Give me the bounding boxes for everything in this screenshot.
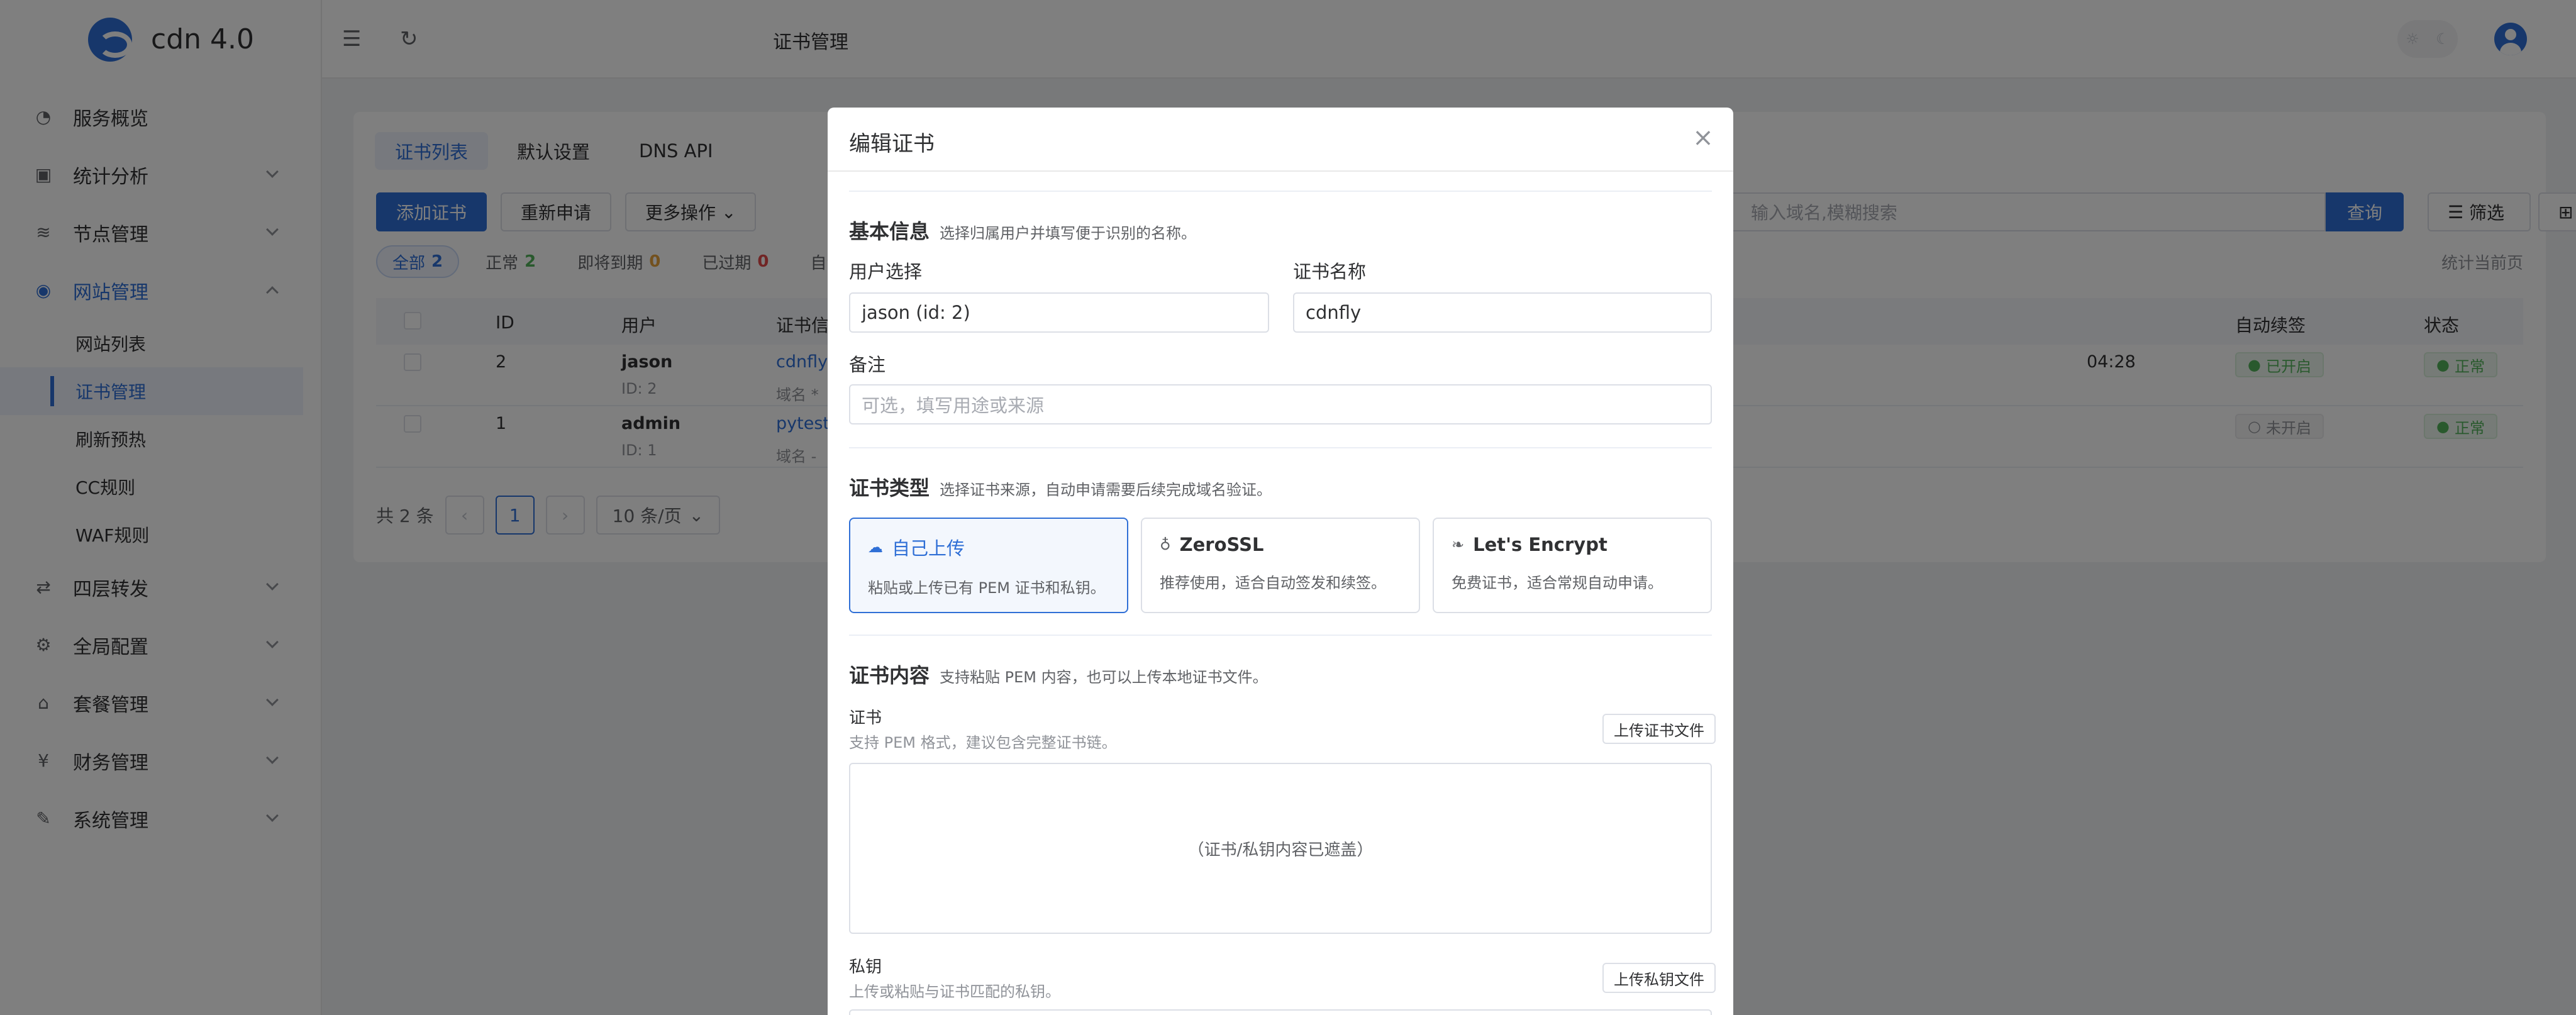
cert-name-label: 证书名称 [1293, 261, 1367, 282]
leaf-icon: ❧ [1452, 536, 1465, 553]
option-title: ZeroSSL [1179, 534, 1264, 555]
section-basic-header: 基本信息 选择归属用户并填写便于识别的名称。 [849, 216, 1196, 245]
edit-cert-dialog: 编辑证书 × 基本信息 选择归属用户并填写便于识别的名称。 用户选择 jason… [828, 108, 1733, 1015]
close-icon[interactable]: × [1692, 125, 1714, 150]
section-type-header: 证书类型 选择证书来源，自动申请需要后续完成域名验证。 [849, 472, 1272, 501]
cert-hint: 支持 PEM 格式，建议包含完整证书链。 [849, 734, 1117, 752]
option-desc: 免费证书，适合常规自动申请。 [1452, 574, 1663, 592]
section-title: 基本信息 [849, 219, 930, 243]
cert-name-input[interactable]: cdnfly [1293, 292, 1712, 333]
section-desc: 选择证书来源，自动申请需要后续完成域名验证。 [940, 481, 1272, 499]
user-select-label: 用户选择 [849, 261, 923, 282]
section-title: 证书内容 [849, 663, 930, 687]
option-desc: 推荐使用，适合自动签发和续签。 [1160, 574, 1386, 592]
type-option-letsencrypt[interactable]: ❧ Let's Encrypt 免费证书，适合常规自动申请。 [1433, 518, 1712, 613]
section-desc: 支持粘贴 PEM 内容，也可以上传本地证书文件。 [940, 668, 1268, 686]
section-title: 证书类型 [849, 476, 930, 500]
type-option-zerossl[interactable]: ♁ ZeroSSL 推荐使用，适合自动签发和续签。 [1141, 518, 1420, 613]
key-label: 私钥 [849, 958, 882, 977]
screen: cdn 4.0 ◔ 服务概览 ▣ 统计分析 ≋ 节点管理 ◉ 网站管理 网 [0, 0, 2576, 1015]
option-title: 自己上传 [892, 538, 965, 559]
type-option-upload[interactable]: ☁ 自己上传 粘贴或上传已有 PEM 证书和私钥。 [849, 518, 1128, 613]
upload-cloud-icon: ☁ [868, 538, 883, 556]
divider [849, 191, 1712, 192]
note-input[interactable]: 可选，填写用途或来源 [849, 384, 1712, 424]
cert-textarea[interactable]: （证书/私钥内容已遮盖） [849, 763, 1712, 934]
upload-key-button[interactable]: 上传私钥文件 [1602, 963, 1716, 993]
section-content-header: 证书内容 支持粘贴 PEM 内容，也可以上传本地证书文件。 [849, 660, 1268, 689]
upload-cert-button[interactable]: 上传证书文件 [1602, 714, 1716, 744]
dialog-title: 编辑证书 [849, 131, 935, 157]
note-label: 备注 [849, 354, 886, 375]
key-textarea[interactable] [849, 1009, 1712, 1015]
badge-icon: ♁ [1160, 536, 1171, 553]
user-select[interactable]: jason (id: 2) [849, 292, 1269, 333]
key-hint: 上传或粘贴与证书匹配的私钥。 [849, 983, 1060, 1001]
divider [849, 635, 1712, 636]
section-desc: 选择归属用户并填写便于识别的名称。 [940, 225, 1197, 242]
dialog-header: 编辑证书 × [828, 108, 1733, 172]
option-desc: 粘贴或上传已有 PEM 证书和私钥。 [868, 579, 1106, 597]
option-title: Let's Encrypt [1473, 534, 1607, 555]
cert-label: 证书 [849, 709, 882, 728]
divider [849, 447, 1712, 448]
